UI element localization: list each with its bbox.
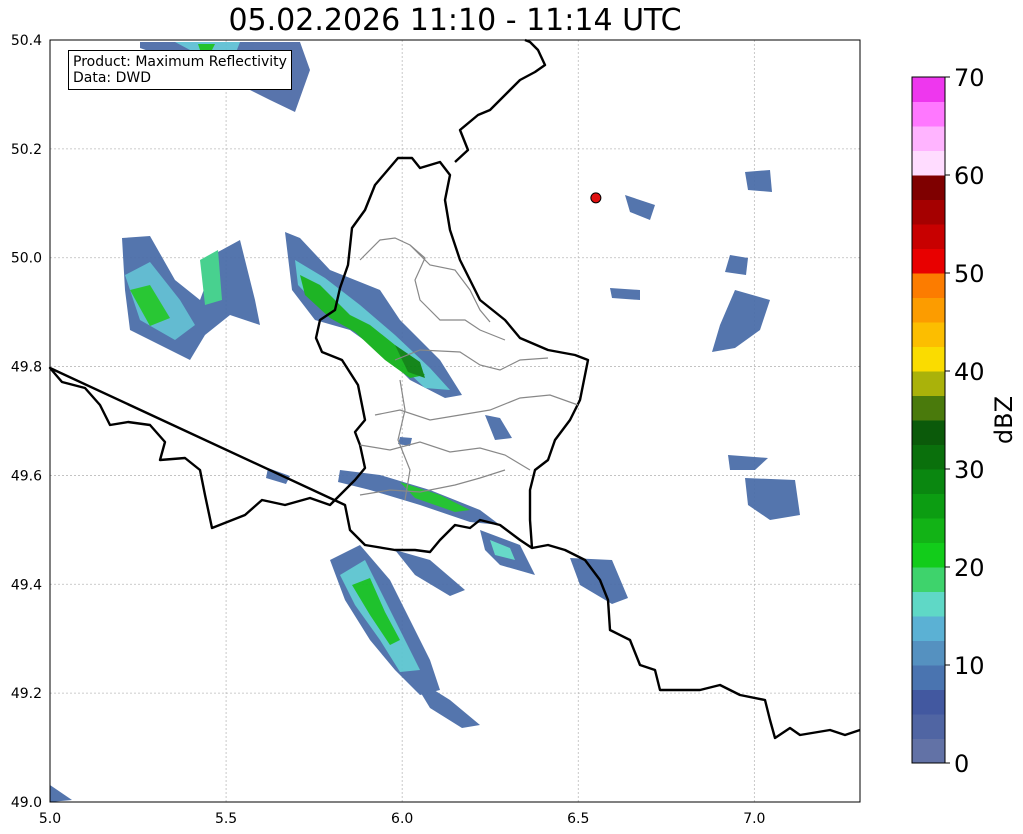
colorbar-segment xyxy=(912,248,945,274)
y-tick-label: 49.6 xyxy=(11,468,42,484)
product-line: Product: Maximum Reflectivity xyxy=(73,54,287,70)
colorbar: 0 10 20 30 40 50 60 70 xyxy=(911,64,985,778)
colorbar-tick-label: 50 xyxy=(954,260,985,288)
x-tick-label: 6.0 xyxy=(391,811,413,827)
colorbar-tick-label: 10 xyxy=(954,652,985,680)
colorbar-segment xyxy=(912,175,945,200)
colorbar-segment xyxy=(912,616,945,641)
colorbar-segment xyxy=(912,126,945,151)
colorbar-segment xyxy=(912,714,945,739)
colorbar-segment xyxy=(912,420,945,445)
colorbar-segment xyxy=(912,395,945,421)
y-tick-label: 49.2 xyxy=(11,686,42,702)
data-source-line: Data: DWD xyxy=(73,70,151,86)
colorbar-segment xyxy=(912,444,945,470)
map-plot-area xyxy=(48,38,861,803)
colorbar-segment xyxy=(912,273,945,298)
colorbar-tick-label: 20 xyxy=(954,554,985,582)
colorbar-segment xyxy=(912,689,945,715)
colorbar-tick-label: 0 xyxy=(954,750,969,778)
y-axis-ticks: 49.0 49.2 49.4 49.6 49.8 50.0 50.2 50.4 xyxy=(11,33,42,811)
y-tick-label: 49.0 xyxy=(11,795,42,811)
colorbar-segment xyxy=(912,297,945,323)
y-tick-label: 50.0 xyxy=(11,251,42,267)
colorbar-segment xyxy=(912,542,945,568)
x-axis-ticks: 5.0 5.5 6.0 6.5 7.0 xyxy=(39,811,766,827)
colorbar-segment xyxy=(912,738,945,764)
echo-cell xyxy=(745,170,772,192)
colorbar-tick-label: 70 xyxy=(954,64,985,92)
colorbar-segment xyxy=(912,199,945,225)
colorbar-segment xyxy=(912,346,945,372)
colorbar-segment xyxy=(912,101,945,127)
x-tick-label: 6.5 xyxy=(567,811,589,827)
colorbar-segment xyxy=(912,224,945,249)
colorbar-tick-label: 60 xyxy=(954,162,985,190)
colorbar-segment xyxy=(912,665,945,690)
colorbar-segment xyxy=(912,322,945,347)
colorbar-segment xyxy=(912,371,945,396)
colorbar-label: dBZ xyxy=(990,396,1018,444)
colorbar-tick-label: 30 xyxy=(954,456,985,484)
colorbar-segment xyxy=(912,77,945,102)
colorbar-segment xyxy=(912,567,945,592)
colorbar-tick-label: 40 xyxy=(954,358,985,386)
location-marker xyxy=(590,192,602,204)
colorbar-segment xyxy=(912,493,945,519)
y-tick-label: 49.8 xyxy=(11,360,42,376)
y-tick-label: 50.2 xyxy=(11,142,42,158)
y-tick-label: 50.4 xyxy=(11,33,42,49)
colorbar-segment xyxy=(912,469,945,494)
y-tick-label: 49.4 xyxy=(11,577,42,593)
map-background xyxy=(50,40,860,802)
colorbar-segment xyxy=(912,591,945,617)
x-tick-label: 5.5 xyxy=(215,811,237,827)
x-tick-label: 7.0 xyxy=(743,811,765,827)
colorbar-segment xyxy=(912,640,945,666)
colorbar-segment xyxy=(912,150,945,176)
colorbar-segment xyxy=(912,518,945,543)
radar-figure: 5.0 5.5 6.0 6.5 7.0 49.0 49.2 49.4 49.6 49.8 50.0… xyxy=(11,33,1018,827)
info-box: Product: Maximum Reflectivity Data: DWD xyxy=(68,50,292,90)
x-tick-label: 5.0 xyxy=(39,811,61,827)
